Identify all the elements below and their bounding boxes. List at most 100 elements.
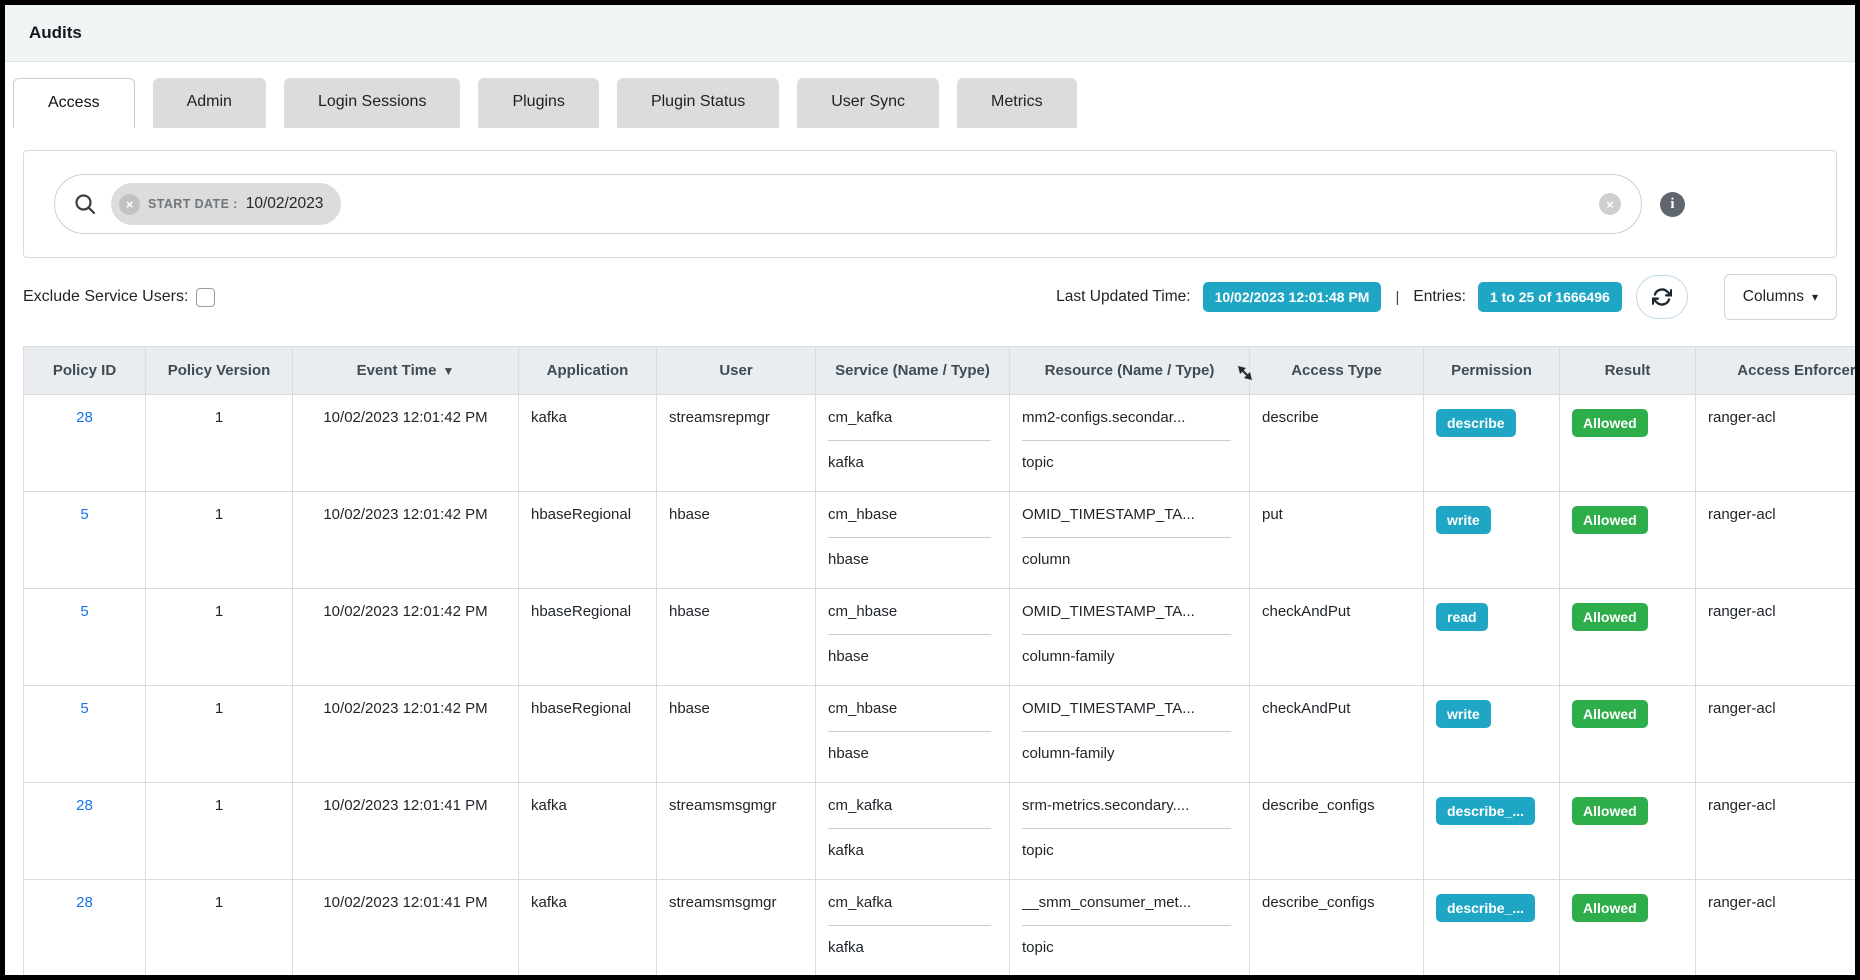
policy-version-cell: 1 (146, 880, 293, 977)
policy-id-link[interactable]: 5 (80, 700, 88, 717)
access-type-cell: describe (1250, 395, 1424, 492)
permission-badge: write (1436, 700, 1491, 728)
user-cell: hbase (657, 589, 816, 686)
policy-version-cell: 1 (146, 686, 293, 783)
resource-name: OMID_TIMESTAMP_TA... (1022, 506, 1231, 538)
resource-name: OMID_TIMESTAMP_TA... (1022, 700, 1231, 732)
resource-type: topic (1022, 926, 1237, 956)
columns-dropdown-button[interactable]: Columns ▾ (1724, 274, 1837, 320)
tab-access[interactable]: Access (13, 78, 135, 128)
resource-name: mm2-configs.secondar... (1022, 409, 1231, 441)
search-icon (73, 192, 97, 216)
result-badge: Allowed (1572, 603, 1648, 631)
access-enforcer-cell: ranger-acl (1696, 783, 1856, 880)
columns-button-label: Columns (1743, 288, 1804, 306)
policy-id-link[interactable]: 5 (80, 506, 88, 523)
refresh-icon (1652, 287, 1672, 307)
user-cell: streamsmsgmgr (657, 880, 816, 977)
resource-name: __smm_consumer_met... (1022, 894, 1231, 926)
filter-chip-start-date[interactable]: × START DATE : 10/02/2023 (111, 183, 341, 225)
chevron-down-icon: ▾ (1812, 290, 1818, 304)
access-enforcer-cell: ranger-acl (1696, 492, 1856, 589)
col-header-resource[interactable]: Resource (Name / Type) (1010, 347, 1250, 395)
tab-plugins[interactable]: Plugins (478, 78, 598, 128)
table-header-row: Policy ID Policy Version Event Time▼ App… (24, 347, 1856, 395)
service-name: cm_kafka (828, 409, 991, 441)
service-cell: cm_hbasehbase (816, 686, 1010, 783)
resource-type: topic (1022, 829, 1237, 859)
resource-type: column-family (1022, 732, 1237, 762)
search-clear-icon[interactable]: × (1599, 193, 1621, 215)
filter-chip-label: START DATE : (148, 197, 238, 211)
service-type: kafka (828, 829, 997, 859)
service-type: kafka (828, 441, 997, 471)
policy-version-cell: 1 (146, 589, 293, 686)
application-cell: hbaseRegional (519, 686, 657, 783)
table-row: 28 1 10/02/2023 12:01:42 PM kafka stream… (24, 395, 1856, 492)
col-header-permission[interactable]: Permission (1424, 347, 1560, 395)
tab-metrics[interactable]: Metrics (957, 78, 1077, 128)
resource-name: OMID_TIMESTAMP_TA... (1022, 603, 1231, 635)
service-type: kafka (828, 926, 997, 956)
access-type-cell: checkAndPut (1250, 589, 1424, 686)
exclude-service-users-checkbox[interactable] (196, 288, 215, 307)
event-time-cell: 10/02/2023 12:01:42 PM (293, 395, 519, 492)
chip-remove-icon[interactable]: × (119, 194, 140, 215)
search-panel: × START DATE : 10/02/2023 × i (23, 150, 1837, 258)
exclude-service-users-label: Exclude Service Users: (23, 288, 188, 306)
col-header-access-type[interactable]: Access Type (1250, 347, 1424, 395)
policy-id-link[interactable]: 28 (76, 894, 93, 911)
refresh-button[interactable] (1636, 275, 1688, 319)
tab-user-sync[interactable]: User Sync (797, 78, 939, 128)
permission-badge: describe_... (1436, 797, 1535, 825)
result-badge: Allowed (1572, 700, 1648, 728)
application-cell: kafka (519, 880, 657, 977)
table-row: 5 1 10/02/2023 12:01:42 PM hbaseRegional… (24, 686, 1856, 783)
col-header-application[interactable]: Application (519, 347, 657, 395)
service-type: hbase (828, 635, 997, 665)
last-updated-badge: 10/02/2023 12:01:48 PM (1203, 282, 1382, 312)
user-cell: hbase (657, 492, 816, 589)
exclude-service-users: Exclude Service Users: (23, 288, 215, 307)
info-icon[interactable]: i (1660, 192, 1685, 217)
service-cell: cm_hbasehbase (816, 589, 1010, 686)
service-cell: cm_hbasehbase (816, 492, 1010, 589)
access-type-cell: describe_configs (1250, 783, 1424, 880)
search-input[interactable]: × START DATE : 10/02/2023 × (54, 174, 1642, 234)
sort-desc-icon: ▼ (442, 364, 454, 378)
tab-login-sessions[interactable]: Login Sessions (284, 78, 461, 128)
permission-badge: describe_... (1436, 894, 1535, 922)
col-header-user[interactable]: User (657, 347, 816, 395)
tab-admin[interactable]: Admin (153, 78, 266, 128)
service-type: hbase (828, 538, 997, 568)
title-bar: Audits (5, 5, 1855, 62)
service-cell: cm_kafkakafka (816, 783, 1010, 880)
service-name: cm_hbase (828, 603, 991, 635)
col-header-policy-id[interactable]: Policy ID (24, 347, 146, 395)
policy-id-link[interactable]: 28 (76, 409, 93, 426)
access-type-cell: put (1250, 492, 1424, 589)
event-time-cell: 10/02/2023 12:01:42 PM (293, 686, 519, 783)
resource-cell: OMID_TIMESTAMP_TA...column-family (1010, 686, 1250, 783)
permission-badge: describe (1436, 409, 1516, 437)
col-header-result[interactable]: Result (1560, 347, 1696, 395)
resource-cell: OMID_TIMESTAMP_TA...column-family (1010, 589, 1250, 686)
table-row: 28 1 10/02/2023 12:01:41 PM kafka stream… (24, 880, 1856, 977)
col-header-service[interactable]: Service (Name / Type) (816, 347, 1010, 395)
last-updated-label: Last Updated Time: (1056, 288, 1190, 306)
col-header-access-enforcer[interactable]: Access Enforcer (1696, 347, 1856, 395)
application-cell: hbaseRegional (519, 589, 657, 686)
toolbar-right: Last Updated Time: 10/02/2023 12:01:48 P… (1056, 274, 1837, 320)
access-enforcer-cell: ranger-acl (1696, 589, 1856, 686)
audit-tabs: Access Admin Login Sessions Plugins Plug… (5, 62, 1855, 128)
col-header-event-time[interactable]: Event Time▼ (293, 347, 519, 395)
resource-type: column-family (1022, 635, 1237, 665)
tab-plugin-status[interactable]: Plugin Status (617, 78, 779, 128)
policy-id-link[interactable]: 28 (76, 797, 93, 814)
audit-table: Policy ID Policy Version Event Time▼ App… (23, 346, 1855, 977)
table-row: 5 1 10/02/2023 12:01:42 PM hbaseRegional… (24, 589, 1856, 686)
policy-id-link[interactable]: 5 (80, 603, 88, 620)
application-cell: kafka (519, 395, 657, 492)
service-name: cm_kafka (828, 894, 991, 926)
col-header-policy-version[interactable]: Policy Version (146, 347, 293, 395)
